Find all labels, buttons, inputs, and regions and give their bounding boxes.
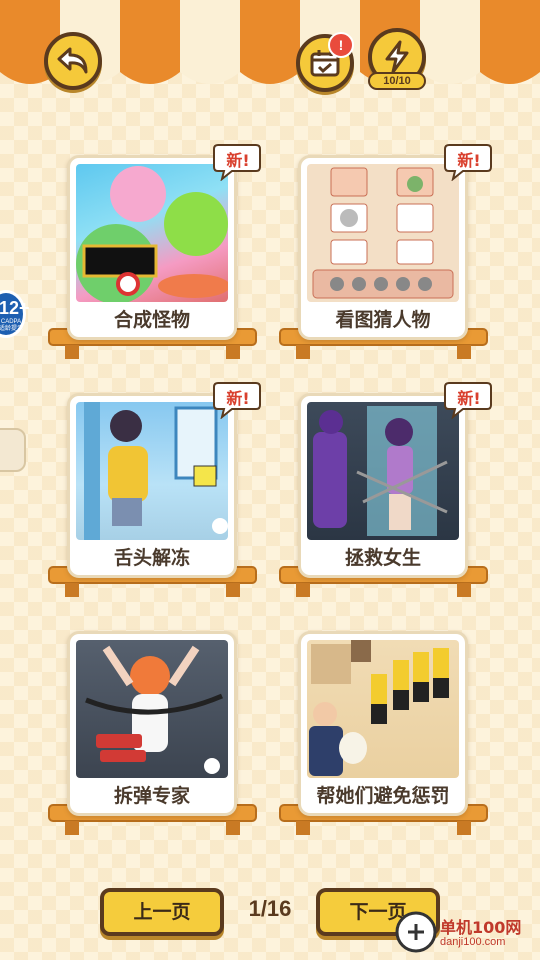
card-board: 看图猜人物 [298,155,468,340]
game-title: 帮她们避免惩罚 [316,785,450,807]
prev-page-button[interactable]: 上一页 [100,888,224,936]
lightning-icon [385,40,409,74]
card-board: 合成怪物 [67,155,237,340]
game-card-1[interactable]: 合成怪物 新! [45,144,261,365]
new-badge: 新! [441,379,493,420]
game-thumbnail [307,640,459,778]
age-rating-badge[interactable]: 12+ CADPA 适龄提示 [0,290,30,338]
game-title: 舌头解冻 [113,547,190,569]
game-card-4[interactable]: 拯救女生 新! [276,382,492,603]
page-indicator: 1/16 [248,896,292,921]
back-button[interactable] [44,32,102,90]
new-badge: 新! [210,379,262,420]
card-board: 帮她们避免惩罚 [298,631,468,816]
game-card-5[interactable]: 拆弹专家 [45,631,260,841]
new-badge: 新! [441,141,493,182]
game-card-6[interactable]: 帮她们避免惩罚 [276,631,491,841]
energy-count: 10/10 [368,72,426,90]
game-thumbnail [76,402,228,540]
card-board: 舌头解冻 [67,393,237,578]
game-thumbnail [307,164,459,302]
calendar-button[interactable]: ! [296,32,354,92]
card-board: 拆弹专家 [67,631,237,816]
watermark-logo-icon [395,911,437,953]
site-watermark: 单机100网 danji100.com [392,908,540,958]
game-title: 看图猜人物 [335,309,431,331]
game-title: 合成怪物 [113,309,190,331]
game-card-2[interactable]: 看图猜人物 新! [276,144,492,365]
back-arrow-icon [57,47,88,74]
game-title: 拆弹专家 [113,785,190,807]
energy-button[interactable]: 10/10 [368,28,426,90]
game-title: 拯救女生 [344,547,421,569]
game-thumbnail [307,402,459,540]
game-thumbnail [76,164,228,302]
game-card-3[interactable]: 舌头解冻 新! [45,382,261,603]
card-board: 拯救女生 [298,393,468,578]
new-badge: 新! [210,141,262,182]
game-thumbnail [76,640,228,778]
side-float-tab[interactable] [0,428,26,472]
notification-badge: ! [328,32,354,58]
